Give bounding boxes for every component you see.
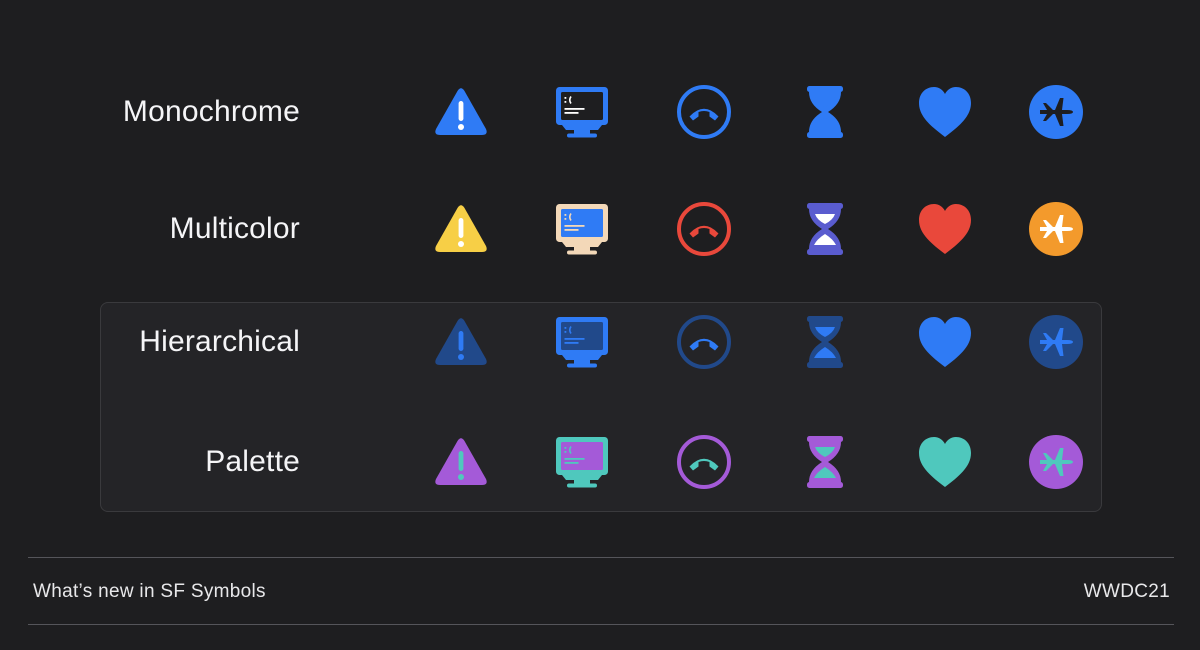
warning-icon bbox=[431, 432, 491, 492]
row-label: Palette bbox=[205, 445, 300, 478]
hourglass-icon bbox=[795, 82, 855, 142]
session-title: What’s new in SF Symbols bbox=[33, 581, 266, 602]
computer-icon bbox=[552, 199, 612, 259]
computer-icon bbox=[552, 82, 612, 142]
airplane-icon bbox=[1026, 199, 1086, 259]
rendering-row-multicolor: Multicolor bbox=[0, 194, 1200, 264]
hourglass-icon bbox=[795, 312, 855, 372]
airplane-icon bbox=[1026, 432, 1086, 492]
warning-icon bbox=[431, 82, 491, 142]
rendering-row-palette: Palette bbox=[0, 427, 1200, 497]
warning-icon bbox=[431, 199, 491, 259]
phone-down-icon bbox=[674, 312, 734, 372]
phone-down-icon bbox=[674, 432, 734, 492]
footer-bottom-divider bbox=[28, 624, 1174, 625]
row-label: Hierarchical bbox=[139, 325, 300, 358]
slide: Monochrome Multicolor Hierarchical Palet… bbox=[0, 0, 1200, 650]
computer-icon bbox=[552, 312, 612, 372]
computer-icon bbox=[552, 432, 612, 492]
airplane-icon bbox=[1026, 312, 1086, 372]
airplane-icon bbox=[1026, 82, 1086, 142]
rendering-row-monochrome: Monochrome bbox=[0, 77, 1200, 147]
heart-icon bbox=[915, 432, 975, 492]
rendering-row-hierarchical: Hierarchical bbox=[0, 307, 1200, 377]
hourglass-icon bbox=[795, 199, 855, 259]
row-label: Multicolor bbox=[169, 212, 300, 245]
footer-top-divider bbox=[28, 557, 1174, 558]
row-label: Monochrome bbox=[122, 95, 300, 128]
event-name: WWDC21 bbox=[1083, 581, 1170, 602]
heart-icon bbox=[915, 82, 975, 142]
phone-down-icon bbox=[674, 199, 734, 259]
phone-down-icon bbox=[674, 82, 734, 142]
hourglass-icon bbox=[795, 432, 855, 492]
heart-icon bbox=[915, 199, 975, 259]
warning-icon bbox=[431, 312, 491, 372]
heart-icon bbox=[915, 312, 975, 372]
